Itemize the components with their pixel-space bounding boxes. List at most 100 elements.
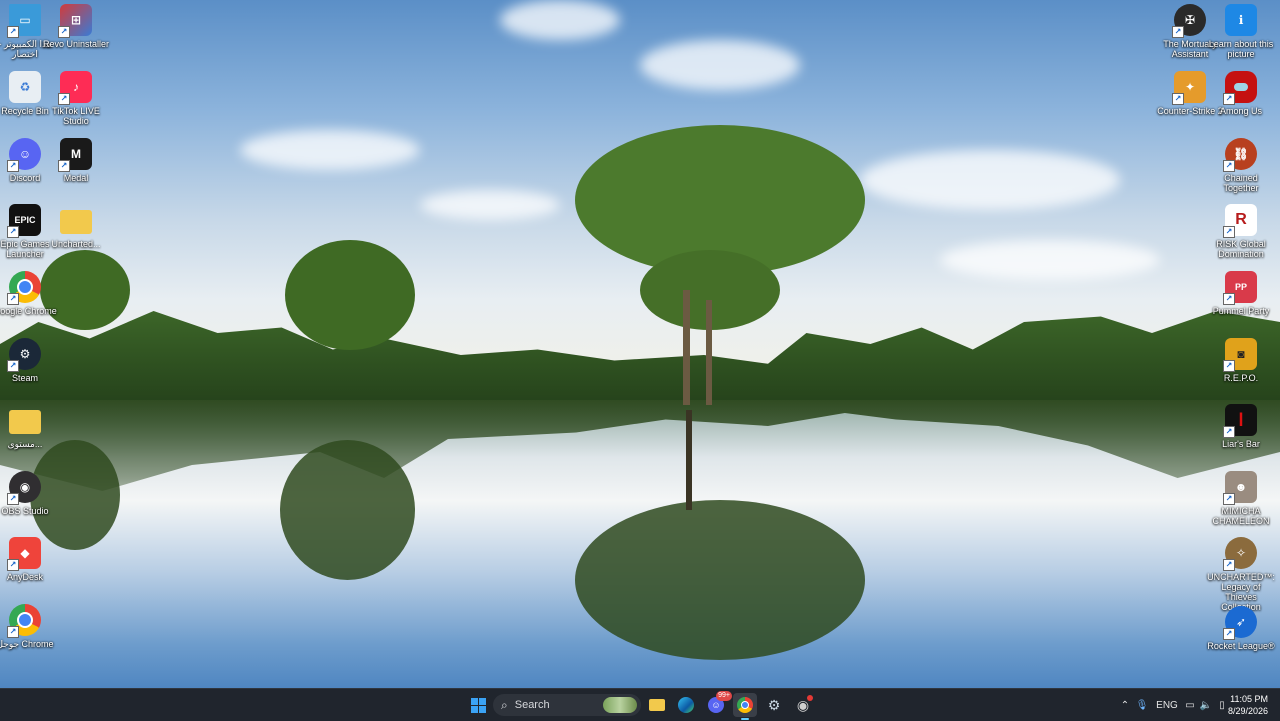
desktop-icon-google-chrome[interactable]: ↗ Google Chrome <box>0 271 60 316</box>
desktop-icon-rocket-league[interactable]: ➶ ↗ Rocket League® <box>1206 606 1276 651</box>
shortcut-arrow-icon: ↗ <box>1223 628 1235 640</box>
liars-bar-icon: l ↗ <box>1223 404 1257 438</box>
chrome-icon: ↗ <box>7 271 41 305</box>
shortcut-arrow-icon: ↗ <box>7 26 19 38</box>
cloud <box>940 240 1160 280</box>
desktop-wallpaper <box>0 0 1280 688</box>
desktop-icon-pummel-party[interactable]: PP ↗ Pummel Party <box>1206 271 1276 316</box>
shortcut-arrow-icon: ↗ <box>7 160 19 172</box>
desktop-icon-among-us[interactable]: ↗ Among Us <box>1206 71 1276 116</box>
pummel-party-icon: PP ↗ <box>1223 271 1257 305</box>
microphone-icon[interactable]: 🎙 <box>1132 700 1152 711</box>
risk-icon: R ↗ <box>1223 204 1257 238</box>
desktop-icon-label: جوجل Chrome <box>0 639 54 649</box>
edge-icon <box>678 697 694 713</box>
taskbar-chrome[interactable] <box>733 693 757 720</box>
desktop-icon-label: R.E.P.O. <box>1223 373 1259 383</box>
desktop-icon-label: AnyDesk <box>6 572 43 582</box>
shortcut-arrow-icon: ↗ <box>7 226 19 238</box>
desktop-icon-uncharted-folder[interactable]: Uncharted... <box>41 204 111 249</box>
system-tray: ⌃ 🎙 ENG ▭ 🔈 ▯ <box>1118 689 1230 721</box>
folder-icon <box>649 699 665 711</box>
desktop-icon-repo[interactable]: ◙ ↗ R.E.P.O. <box>1206 338 1276 383</box>
desktop-icon-learn-about-picture[interactable]: ℹ Learn about this picture <box>1206 4 1276 59</box>
among-us-icon: ↗ <box>1223 71 1257 105</box>
start-button[interactable] <box>466 693 490 717</box>
taskbar-obs[interactable]: ◉ <box>791 693 815 717</box>
desktop-icon-label: Google Chrome <box>0 306 57 316</box>
tree-trunk <box>706 300 712 405</box>
desktop-icon-folder[interactable]: مستوى... <box>0 404 60 449</box>
clock-time: 11:05 PM <box>1230 694 1268 704</box>
tree-reflection <box>280 440 415 580</box>
shortcut-arrow-icon: ↗ <box>1172 26 1184 38</box>
desktop-icon-obs-studio[interactable]: ◉ ↗ OBS Studio <box>0 471 60 516</box>
taskbar-clock[interactable]: 11:05 PM 8/29/2026 <box>1228 693 1268 717</box>
show-hidden-icons-chevron-icon[interactable]: ⌃ <box>1118 700 1132 711</box>
desktop-icon-label: Discord <box>9 173 41 183</box>
desktop-icon-tiktok-live-studio[interactable]: ♪ ↗ TikTok LIVE Studio <box>41 71 111 126</box>
desktop-icon-mimicha[interactable]: ☻ ↗ MIMICHA CHAMELEON <box>1206 471 1276 526</box>
cloud <box>640 40 800 90</box>
desktop-icon-medal[interactable]: M ↗ Medal <box>41 138 111 183</box>
desktop-icon-label: Among Us <box>1219 106 1263 116</box>
epic-games-icon: EPIC ↗ <box>7 204 41 238</box>
network-icon[interactable]: ▭ <box>1182 700 1198 711</box>
taskbar-steam[interactable]: ⚙ <box>762 693 786 717</box>
shortcut-arrow-icon: ↗ <box>1172 93 1184 105</box>
search-highlight-image <box>603 697 637 713</box>
desktop-icon-uncharted[interactable]: ✧↗ UNCHARTED™: Legacy of Thieves Collect… <box>1206 537 1276 612</box>
folder-icon <box>60 210 92 234</box>
obs-icon: ◉ ↗ <box>7 471 41 505</box>
chained-together-icon: ⛓ ↗ <box>1223 138 1257 172</box>
language-indicator[interactable]: ENG <box>1152 700 1182 711</box>
taskbar-edge[interactable] <box>674 693 698 717</box>
desktop-icon-anydesk[interactable]: ◆ ↗ AnyDesk <box>0 537 60 582</box>
tree-canopy <box>285 240 415 350</box>
desktop-icon-risk[interactable]: R ↗ RISK Global Domination <box>1206 204 1276 259</box>
shortcut-arrow-icon: ↗ <box>1223 360 1235 372</box>
desktop-icon-label: Steam <box>11 373 38 383</box>
taskbar-file-explorer[interactable] <box>645 693 669 717</box>
cloud <box>500 0 620 40</box>
search-icon: ⌕ <box>501 697 508 712</box>
desktop-icon-liars-bar[interactable]: l ↗ Liar's Bar <box>1206 404 1276 449</box>
volume-icon[interactable]: 🔈 <box>1198 700 1214 711</box>
desktop-icon-label: مستوى... <box>7 439 43 449</box>
cloud <box>240 130 420 170</box>
taskbar-discord[interactable]: ☺ 99+ <box>704 691 732 717</box>
revo-uninstaller-icon: ⊞ ↗ <box>58 4 92 38</box>
shortcut-arrow-icon: ↗ <box>58 93 70 105</box>
desktop-icon-steam[interactable]: ⚙ ↗ Steam <box>0 338 60 383</box>
desktop-icon-label: Revo Uninstaller <box>42 39 110 49</box>
chrome-icon <box>737 697 753 713</box>
shortcut-arrow-icon: ↗ <box>1223 426 1235 438</box>
desktop-icon-label: Rocket League® <box>1207 641 1275 651</box>
desktop-icon-chrome-profile[interactable]: ↗ جوجل Chrome <box>0 604 60 649</box>
desktop-icon-label: Liar's Bar <box>1222 439 1260 449</box>
tree-trunk <box>683 290 690 405</box>
chrome-icon: ↗ <box>7 604 41 638</box>
desktop-icon-label: Medal <box>63 173 89 183</box>
tiktok-live-studio-icon: ♪ ↗ <box>58 71 92 105</box>
shortcut-arrow-icon: ↗ <box>1223 93 1235 105</box>
shortcut-arrow-icon: ↗ <box>58 26 70 38</box>
desktop-icon-revo-uninstaller[interactable]: ⊞ ↗ Revo Uninstaller <box>41 4 111 49</box>
shortcut-arrow-icon: ↗ <box>7 293 19 305</box>
notification-badge: 99+ <box>716 691 732 701</box>
shortcut-arrow-icon: ↗ <box>7 360 19 372</box>
desktop-icon-chained-together[interactable]: ⛓ ↗ Chained Together <box>1206 138 1276 193</box>
cloud <box>420 190 560 220</box>
desktop-icon-label: Chained Together <box>1223 173 1259 193</box>
anydesk-icon: ◆ ↗ <box>7 537 41 571</box>
taskbar: ⌕ Search ☺ 99+ ⚙ ◉ ⌃ 🎙 ENG ▭ 🔈 ▯ 11:05 P… <box>0 688 1280 721</box>
repo-icon: ◙ ↗ <box>1223 338 1257 372</box>
counter-strike-icon: ✦ ↗ <box>1172 71 1206 105</box>
mimicha-icon: ☻ ↗ <box>1223 471 1257 505</box>
shortcut-arrow-icon: ↗ <box>1223 559 1235 571</box>
info-icon: ℹ <box>1225 4 1257 36</box>
shortcut-arrow-icon: ↗ <box>7 559 19 571</box>
clock-date: 8/29/2026 <box>1227 706 1268 716</box>
search-placeholder: Search <box>514 699 550 711</box>
taskbar-search[interactable]: ⌕ Search <box>493 694 641 716</box>
